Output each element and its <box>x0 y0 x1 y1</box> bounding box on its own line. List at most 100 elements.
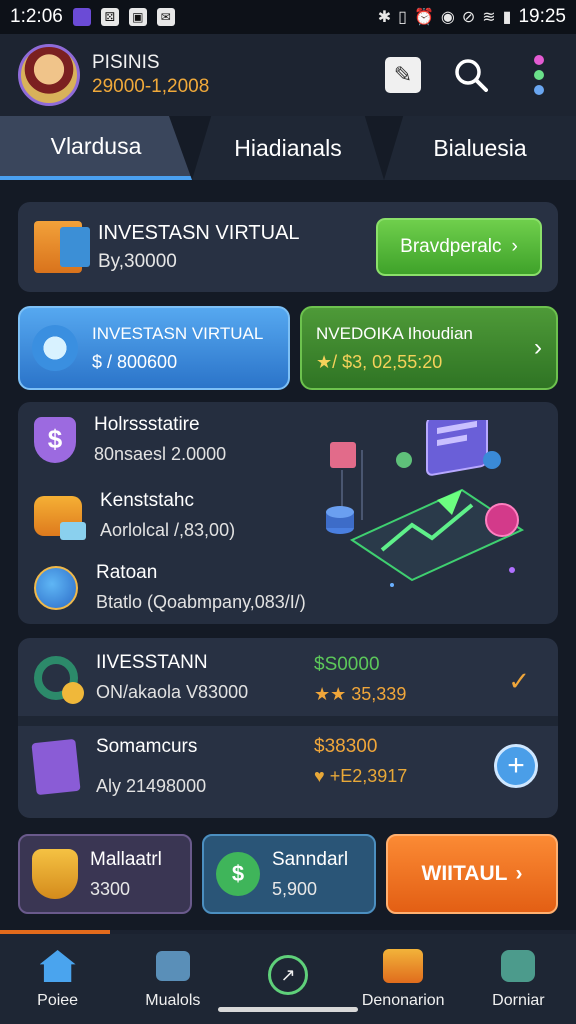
wifi-icon: ≋ <box>482 9 496 26</box>
holding-value: $S0000 <box>314 654 380 675</box>
notification-grid-icon: ⚄ <box>100 8 119 26</box>
dollar-shield-icon: $ <box>34 416 76 463</box>
chevron-right-icon: › <box>515 862 523 885</box>
home-indicator[interactable] <box>218 1007 358 1012</box>
tile-title: Mallaatrl <box>90 848 162 870</box>
divider <box>18 716 558 726</box>
handshake-icon <box>34 495 86 540</box>
chevron-right-icon: › <box>511 236 518 257</box>
search-button[interactable] <box>452 56 490 94</box>
chevron-right-icon: › <box>534 334 542 361</box>
plus-icon: + <box>507 749 525 782</box>
list-item[interactable]: Ratoan Btatlo (Qoabmpany,083/I/) <box>34 562 306 613</box>
calendar-icon: ✎ <box>385 57 421 93</box>
nav-item-modules[interactable]: Mualols <box>115 934 230 1024</box>
bluetooth-icon: ✱ <box>377 9 392 26</box>
list-item-title: Kenststahc <box>100 490 194 511</box>
user-info: PISINIS 29000-1,2008 <box>92 52 209 98</box>
list-item-subtitle: 80nsaesl 2.0000 <box>94 444 227 464</box>
notification-mail-icon: ✉ <box>156 8 175 26</box>
virtual-investment-value: $ / 800600 <box>92 351 178 372</box>
avatar[interactable] <box>18 44 80 106</box>
shop-icon <box>383 949 424 983</box>
nav-item-denonarion[interactable]: Denonarion <box>346 934 461 1024</box>
nav-item-dorniar[interactable]: Dorniar <box>461 934 576 1024</box>
trading-illustration-icon <box>326 420 525 587</box>
list-item[interactable]: Kenststahc Aorlolcal /,83,00) <box>34 490 235 541</box>
more-button[interactable] <box>520 55 558 95</box>
virtual-action-button[interactable]: WIITAUL › <box>386 834 558 914</box>
alarm-icon: ⏰ <box>413 9 434 26</box>
virtual-investment-card[interactable]: INVESTASN VIRTUAL $ / 800600 <box>18 306 290 390</box>
investment-card-value: By,30000 <box>98 250 177 272</box>
grid-icon <box>155 951 190 981</box>
investment-action-label: Bravdperalc <box>400 236 502 257</box>
home-icon <box>39 950 76 982</box>
holding-value: $38300 <box>314 736 378 757</box>
tab-bar: Vlardusa Hiadianals Bialuesia <box>0 116 576 180</box>
main-content: INVESTASN VIRTUAL By,30000 Bravdperalc ›… <box>0 180 576 930</box>
earnings-card[interactable]: NVEDOIKA Ihoudian ★/ $3, 02,55:20 › <box>300 306 558 390</box>
cup-icon <box>32 325 78 371</box>
check-icon: ✓ <box>508 666 530 696</box>
nav-item-label: Dorniar <box>492 992 545 1009</box>
add-button[interactable]: + <box>494 744 538 788</box>
virtual-action-label: WIITAUL <box>421 862 508 885</box>
document-chart-icon <box>34 221 90 273</box>
status-bar: 1:2:06 ⚄ ▣ ✉ ✱ ▯ ⏰ ◉ ⊘ ≋ ▮ 19:25 <box>0 0 576 34</box>
virtual-investment-title: INVESTASN VIRTUAL <box>92 323 264 343</box>
tab-hiadianals[interactable]: Hiadianals <box>192 116 384 180</box>
tab-vlardusa[interactable]: Vlardusa <box>0 116 192 180</box>
notification-app-icon <box>72 8 91 26</box>
puzzle-icon <box>501 950 536 982</box>
holding-title: Somamcurs <box>96 736 198 757</box>
tile-value: 3300 <box>90 878 131 899</box>
holding-subtitle: ON/akaola V83000 <box>96 682 249 702</box>
vibrate-icon: ▯ <box>398 9 407 26</box>
investment-card: INVESTASN VIRTUAL By,30000 Bravdperalc › <box>18 202 558 292</box>
search-icon <box>455 59 488 92</box>
table-row[interactable]: IIVESSTANN ON/akaola V83000 <box>34 652 249 704</box>
status-time-right: 19:25 <box>518 6 566 27</box>
holding-change: ♥ +E2,3917 <box>314 766 408 786</box>
holding-subtitle: Aly 21498000 <box>96 776 207 796</box>
calendar-button[interactable]: ✎ <box>384 56 422 94</box>
trend-icon: ↗ <box>268 955 308 995</box>
tile-sanndarl[interactable]: $ Sanndarl 5,900 <box>202 834 376 914</box>
gear-coin-icon <box>34 655 84 704</box>
nav-item-label: Mualols <box>145 992 201 1009</box>
list-item-subtitle: Btatlo (Qoabmpany,083/I/) <box>96 592 306 612</box>
holding-values: $S0000 ★★ 35,339 <box>314 654 406 705</box>
list-item-title: Holrssstatire <box>94 414 200 435</box>
money-icon: $ <box>216 852 260 896</box>
tile-title: Sanndarl <box>272 848 349 870</box>
list-item[interactable]: $ Holrssstatire 80nsaesl 2.0000 <box>34 414 226 465</box>
earnings-title: NVEDOIKA Ihoudian <box>316 323 473 343</box>
nav-item-label: Denonarion <box>361 992 445 1009</box>
holding-title: IIVESSTANN <box>96 652 208 673</box>
investment-action-button[interactable]: Bravdperalc › <box>376 218 542 276</box>
documents-icon <box>31 738 81 795</box>
signal-icon: ▮ <box>502 9 512 26</box>
tab-bialuesia[interactable]: Bialuesia <box>384 116 576 180</box>
nav-item-home[interactable]: Poiee <box>0 934 115 1024</box>
tile-value: 5,900 <box>272 878 318 899</box>
notification-image-icon: ▣ <box>128 8 147 26</box>
globe-icon <box>34 565 78 610</box>
tile-mallaatrl[interactable]: Mallaatrl 3300 <box>18 834 192 914</box>
list-item-subtitle: Aorlolcal /,83,00) <box>100 520 236 540</box>
investment-card-title: INVESTASN VIRTUAL <box>98 221 300 244</box>
user-coins: 29000-1,2008 <box>92 76 210 97</box>
earnings-value: ★/ $3, 02,55:20 <box>316 351 443 372</box>
more-dots-icon <box>534 55 544 95</box>
user-name: PISINIS <box>92 52 160 73</box>
nav-item-label: Poiee <box>37 992 79 1009</box>
list-item-title: Ratoan <box>96 562 158 583</box>
status-time-left: 1:2:06 <box>10 6 63 27</box>
badge-shield-icon <box>32 849 78 899</box>
holdings-card: IIVESSTANN ON/akaola V83000 $S0000 ★★ 35… <box>18 638 558 818</box>
table-row[interactable]: Somamcurs Aly 21498000 <box>31 736 207 797</box>
holding-values: $38300 ♥ +E2,3917 <box>314 736 407 787</box>
nodisturb-icon: ⊘ <box>461 9 476 26</box>
nfc-icon: ◉ <box>440 9 455 26</box>
